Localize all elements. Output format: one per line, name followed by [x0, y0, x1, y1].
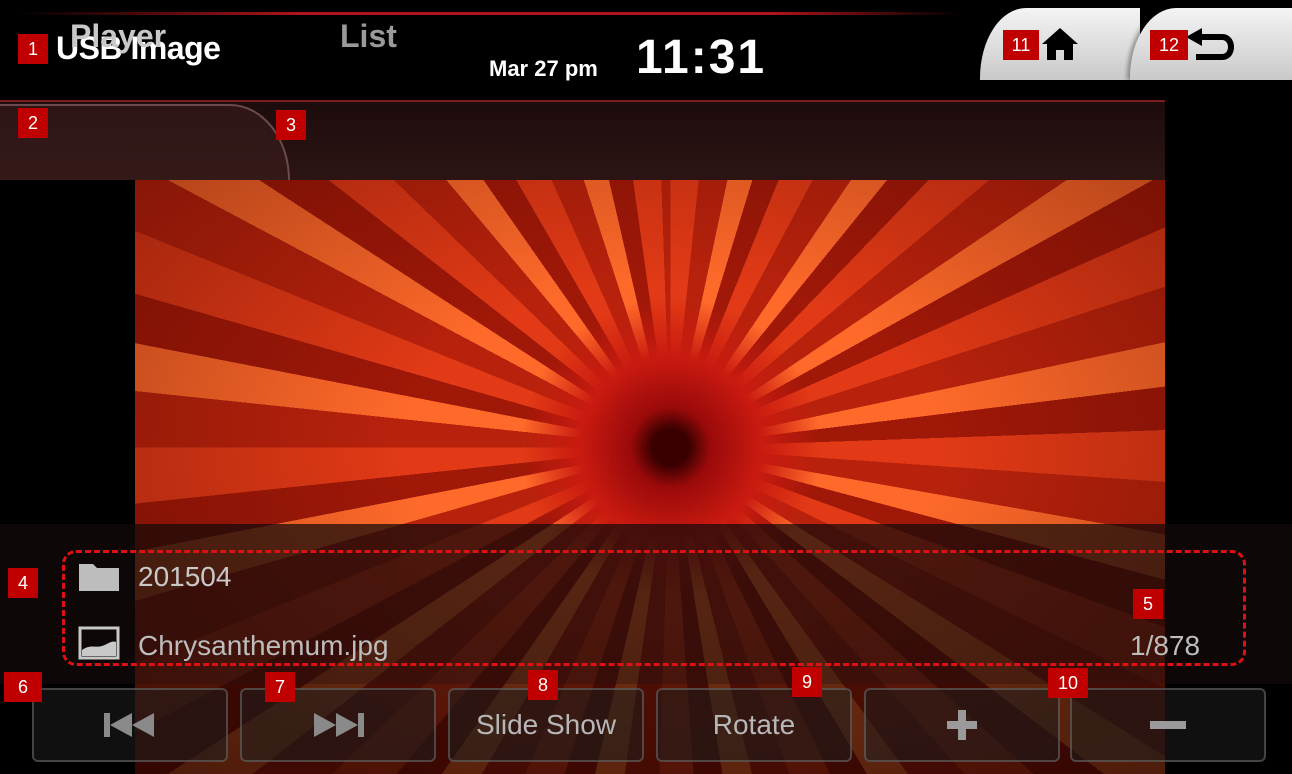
previous-button[interactable]	[32, 688, 228, 762]
folder-icon	[79, 564, 119, 591]
home-icon	[1042, 28, 1078, 60]
annotation-badge: 12	[1150, 30, 1188, 60]
zoom-out-button[interactable]	[1070, 688, 1266, 762]
skip-next-icon	[314, 713, 364, 737]
minus-icon	[1150, 721, 1186, 729]
annotation-badge: 10	[1048, 668, 1088, 698]
annotation-badge: 4	[8, 568, 38, 598]
annotation-badge: 8	[528, 670, 558, 700]
annotation-badge: 2	[18, 108, 48, 138]
annotation-badge: 6	[4, 672, 42, 702]
rotate-button[interactable]: Rotate	[656, 688, 852, 762]
skip-previous-icon	[104, 713, 154, 737]
date-label: Mar 27 pm	[489, 56, 598, 81]
zoom-in-button[interactable]	[864, 688, 1060, 762]
tab-player[interactable]: Player	[70, 18, 166, 55]
annotation-badge: 5	[1133, 589, 1163, 619]
header-accent-line	[20, 12, 960, 15]
image-counter: 1/878	[1130, 630, 1201, 661]
file-name: Chrysanthemum.jpg	[138, 630, 389, 661]
tab-list[interactable]: List	[340, 18, 397, 55]
clock: 11:31	[636, 31, 767, 84]
plus-icon	[947, 710, 977, 740]
annotation-badge: 7	[265, 672, 295, 702]
image-file-icon	[78, 626, 120, 660]
annotation-badge: 1	[18, 34, 48, 64]
annotation-badge: 9	[792, 667, 822, 697]
folder-name: 201504	[138, 561, 232, 592]
annotation-badge: 3	[276, 110, 306, 140]
back-arrow-icon	[1186, 28, 1234, 60]
annotation-badge: 11	[1003, 30, 1039, 60]
